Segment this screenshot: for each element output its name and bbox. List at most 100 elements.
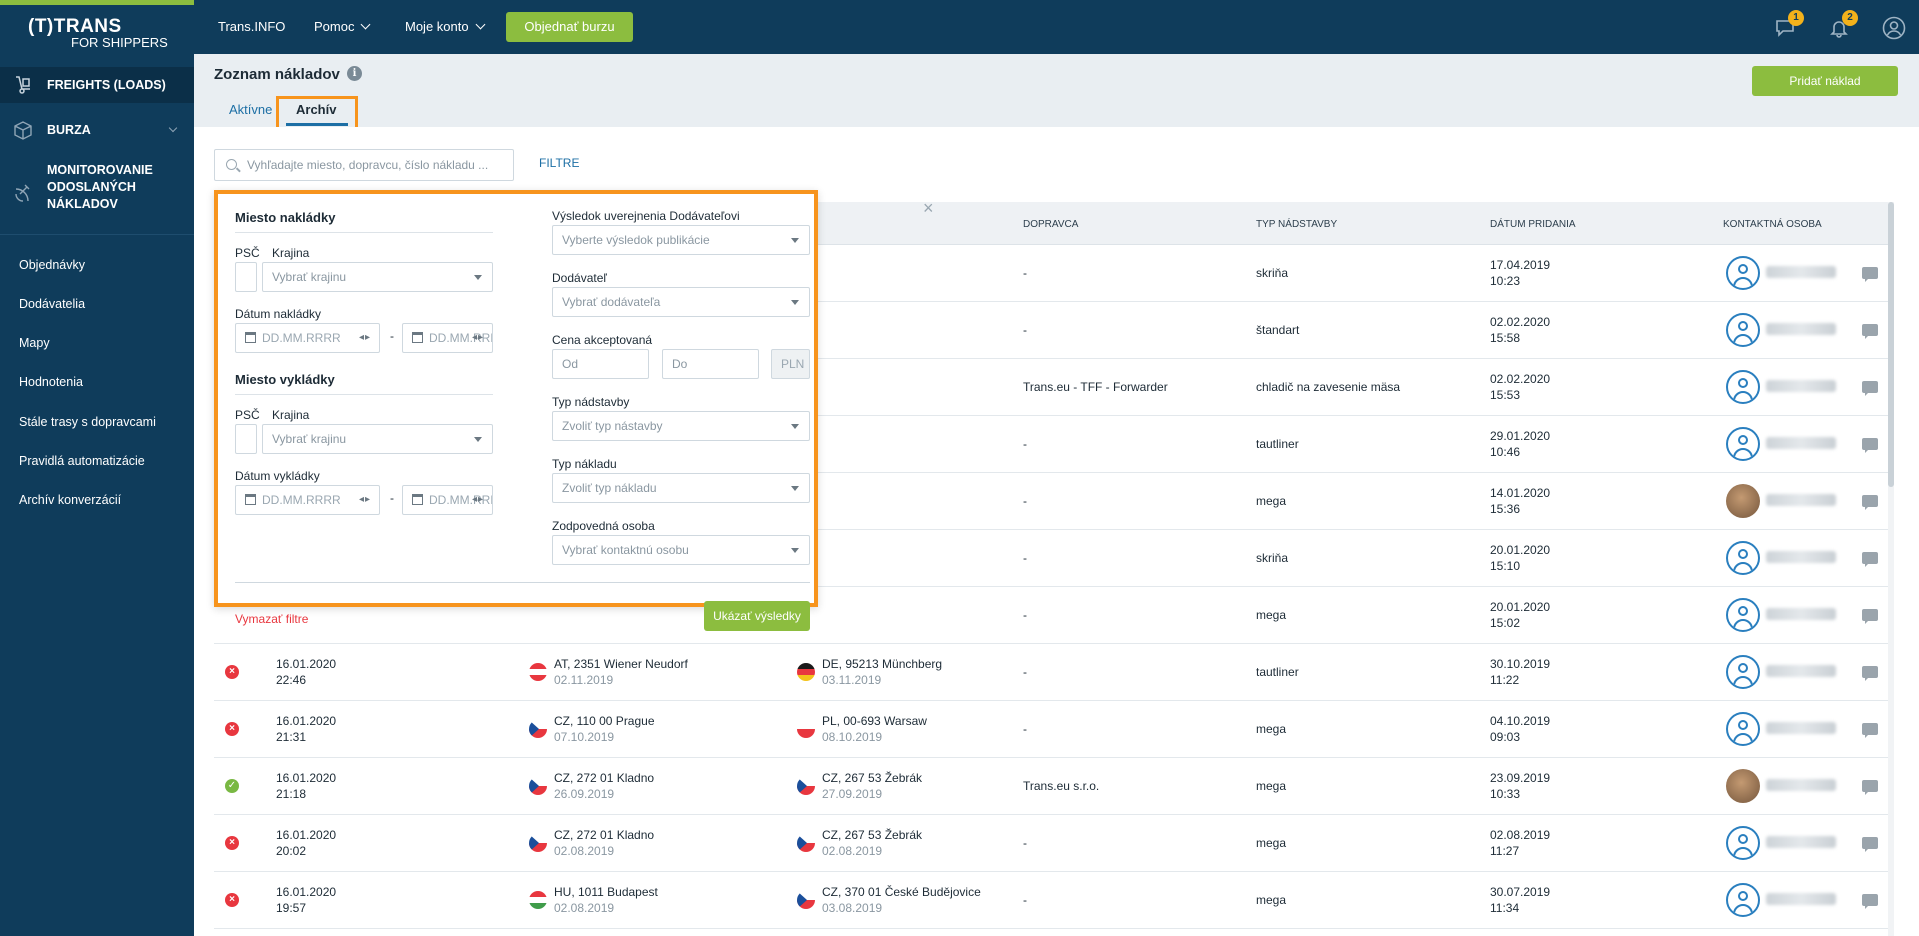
loading-zip-input[interactable] (235, 262, 257, 292)
show-results-button[interactable]: Ukázať výsledky (704, 601, 810, 631)
chat-icon[interactable] (1862, 666, 1878, 681)
column-header-date-added[interactable]: DÁTUM PRIDANIA (1490, 219, 1576, 230)
avatar[interactable] (1726, 655, 1760, 689)
sidebar-item-suppliers[interactable]: Dodávatelia (19, 297, 85, 311)
chat-icon[interactable] (1862, 609, 1878, 624)
nav-help[interactable]: Pomoc (314, 19, 371, 34)
loading-place-value: CZ, 272 01 Kladno (554, 771, 655, 785)
table-row[interactable]: × 16.01.2020 21:31 CZ, 110 00 Prague 07.10.2… (214, 701, 1894, 758)
nav-my-account[interactable]: Moje konto (405, 19, 486, 34)
sidebar-item-automation[interactable]: Pravidlá automatizácie (19, 454, 145, 468)
responsible-person-label: Zodpovedná osoba (552, 519, 655, 533)
price-to-input[interactable]: Do (662, 349, 759, 379)
order-exchange-button[interactable]: Objednať burzu (506, 12, 633, 42)
contact-name-blurred (1766, 437, 1836, 449)
unloading-country-select[interactable]: Vybrať krajinu (262, 424, 493, 454)
avatar[interactable] (1726, 883, 1760, 917)
tab-archive[interactable]: Archív (296, 102, 336, 117)
info-icon[interactable]: i (347, 66, 362, 81)
cz-flag-triangle (529, 834, 539, 852)
trans-logo[interactable]: (T)TRANS FOR SHIPPERS (28, 14, 178, 50)
table-row[interactable]: × 16.01.2020 22:46 AT, 2351 Wiener Neudorf 0… (214, 644, 1894, 701)
sidebar-item-routes[interactable]: Stále trasy s dopravcami (19, 415, 156, 429)
notifications-button[interactable]: 2 (1828, 10, 1858, 38)
avatar[interactable] (1726, 598, 1760, 632)
sidebar-item-orders[interactable]: Objednávky (19, 258, 85, 272)
stepper-arrows-icon[interactable]: ◂▸ (359, 486, 371, 514)
load-type-select[interactable]: Zvoliť typ nákladu (552, 473, 810, 503)
table-scrollbar[interactable] (1888, 202, 1894, 936)
date-added-value: 30.10.2019 (1490, 657, 1551, 671)
error-circle-icon: × (225, 836, 239, 850)
chat-icon[interactable] (1862, 381, 1878, 396)
stepper-arrows-icon[interactable]: ◂▸ (472, 324, 484, 352)
column-header-carrier[interactable]: DOPRAVCA (1023, 219, 1078, 230)
table-row[interactable]: × 16.01.2020 19:57 HU, 1011 Budapest 02.08.2… (214, 872, 1894, 929)
chat-icon[interactable] (1862, 552, 1878, 567)
nav-trans-info[interactable]: Trans.INFO (218, 19, 285, 34)
avatar[interactable] (1726, 427, 1760, 461)
sidebar-item-exchange[interactable]: BURZA (0, 112, 194, 148)
unloading-place-value: CZ, 267 53 Žebrák (822, 771, 923, 785)
avatar[interactable] (1726, 313, 1760, 347)
avatar[interactable] (1726, 769, 1760, 803)
table-row[interactable]: ✓ 16.01.2020 21:18 CZ, 272 01 Kladno 26.09.2… (214, 758, 1894, 815)
search-input[interactable]: Vyhľadajte miesto, dopravcu, číslo nákla… (214, 149, 514, 181)
divider (235, 394, 493, 395)
loading-date-to-input[interactable]: DD.MM.RRRR◂▸ (402, 323, 493, 353)
column-header-body-type[interactable]: TYP NÁDSTAVBY (1256, 219, 1337, 230)
avatar-head (1738, 321, 1748, 331)
sidebar-item-freights[interactable]: FREIGHTS (LOADS) (0, 67, 194, 103)
stepper-arrows-icon[interactable]: ◂▸ (359, 324, 371, 352)
publication-result-select[interactable]: Vyberte výsledok publikácie (552, 225, 810, 255)
unloading-zip-input[interactable] (235, 424, 257, 454)
avatar[interactable] (1726, 484, 1760, 518)
avatar[interactable] (1726, 541, 1760, 575)
chat-icon[interactable] (1862, 438, 1878, 453)
chat-icon[interactable] (1862, 723, 1878, 738)
tab-active[interactable]: Aktívne (229, 102, 272, 117)
avatar[interactable] (1726, 712, 1760, 746)
user-menu-button[interactable] (1882, 16, 1906, 40)
chat-icon[interactable] (1862, 780, 1878, 795)
chat-icon[interactable] (1862, 324, 1878, 339)
chat-icon[interactable] (1862, 495, 1878, 510)
page-title: Zoznam nákladov (214, 66, 340, 83)
scrollbar-thumb[interactable] (1888, 202, 1894, 487)
loading-date-from-input[interactable]: DD.MM.RRRR ◂▸ (235, 323, 380, 353)
avatar-body (1733, 277, 1753, 288)
chat-icon[interactable] (1862, 894, 1878, 909)
close-icon[interactable]: × (923, 198, 934, 219)
price-from-input[interactable]: Od (552, 349, 649, 379)
filter-toggle-link[interactable]: FILTRE (539, 156, 579, 170)
messages-button[interactable]: 1 (1774, 10, 1804, 38)
error-circle-icon: × (225, 893, 239, 907)
search-icon (226, 159, 237, 170)
row-time-value: 22:46 (276, 673, 307, 687)
chat-icon[interactable] (1862, 837, 1878, 852)
clear-filters-link[interactable]: Vymazať filtre (235, 612, 308, 626)
add-load-button[interactable]: Pridať náklad (1752, 66, 1898, 96)
date-added-value: 29.01.2020 (1490, 429, 1551, 443)
unloading-date-from-input[interactable]: DD.MM.RRRR ◂▸ (235, 485, 380, 515)
avatar[interactable] (1726, 826, 1760, 860)
unloading-date-to-input[interactable]: DD.MM.RRRR◂▸ (402, 485, 493, 515)
supplier-select[interactable]: Vybrať dodávateľa (552, 287, 810, 317)
error-circle-icon: × (225, 722, 239, 736)
column-header-contact[interactable]: KONTAKTNÁ OSOBA (1723, 219, 1822, 230)
sidebar-item-chat-archive[interactable]: Archív konverzácií (19, 493, 121, 507)
sidebar-item-maps[interactable]: Mapy (19, 336, 50, 350)
body-type-select[interactable]: Zvoliť typ nástavby (552, 411, 810, 441)
responsible-person-select[interactable]: Vybrať kontaktnú osobu (552, 535, 810, 565)
avatar[interactable] (1726, 370, 1760, 404)
avatar[interactable] (1726, 256, 1760, 290)
sidebar-item-ratings[interactable]: Hodnotenia (19, 375, 83, 389)
calendar-icon (245, 332, 256, 343)
loading-country-select[interactable]: Vybrať krajinu (262, 262, 493, 292)
body-type-value: mega (1256, 722, 1287, 736)
table-row[interactable]: × 16.01.2020 20:02 CZ, 272 01 Kladno 02.08.2… (214, 815, 1894, 872)
unloading-place: CZ, 267 53 Žebrák 02.08.2019 (822, 827, 922, 859)
stepper-arrows-icon[interactable]: ◂▸ (472, 486, 484, 514)
chat-icon[interactable] (1862, 267, 1878, 282)
sidebar-item-monitoring[interactable]: MONITOROVANIE ODOSLANÝCH NÁKLADOV (0, 162, 194, 222)
